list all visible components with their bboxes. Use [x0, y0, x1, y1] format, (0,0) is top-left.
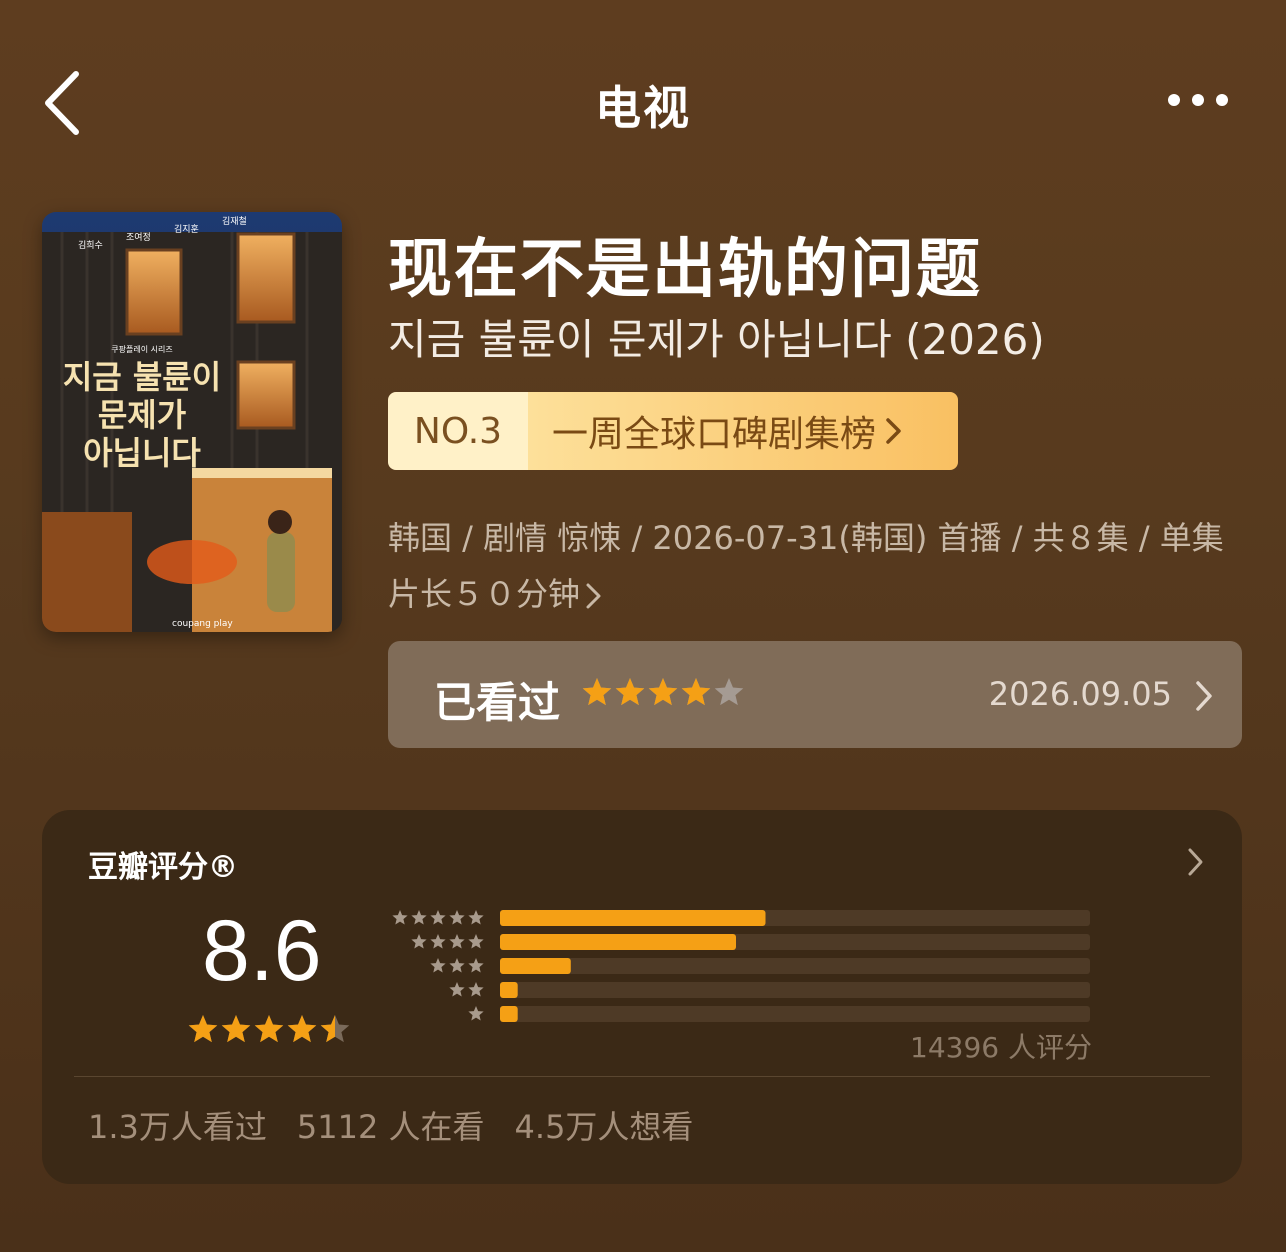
watched-label: 已看过 [434, 678, 561, 727]
rank-list: 一周全球口碑剧集榜 [528, 392, 958, 470]
poster-cast-name: 김재철 [222, 215, 247, 227]
dist-star-icon [430, 958, 446, 973]
chevron-right-icon[interactable] [1186, 846, 1206, 878]
rating-distribution-chart [392, 910, 1090, 1022]
chevron-right-icon [586, 583, 601, 609]
poster-series-tag: 쿠팡플레이 시리즈 [111, 344, 172, 354]
rank-list-name: 一周全球口碑剧集榜 [552, 414, 877, 455]
star-fill [582, 678, 612, 706]
dist-bar-track [500, 1006, 1090, 1022]
poster-title-line: 아닙니다 [83, 434, 201, 472]
user-rating-stars [582, 678, 744, 706]
divider [74, 1076, 1210, 1077]
star-fill [681, 678, 711, 706]
poster-cast-name: 김지훈 [174, 223, 199, 235]
star-fill [188, 1015, 218, 1043]
dist-bar-4-star [500, 934, 736, 950]
poster-title-line: 지금 불륜이 [63, 358, 221, 396]
dist-bar-2-star [500, 982, 518, 998]
watched-date: 2026.09.05 [988, 675, 1172, 713]
watched-count: 1.3万人看过 [88, 1108, 267, 1146]
watched-status-bar[interactable]: 已看过 2026.09.05 [388, 641, 1242, 748]
star-icon [714, 678, 744, 706]
dist-star-icon [430, 910, 446, 925]
dist-star-icon [468, 958, 484, 973]
dist-star-icon [468, 1006, 484, 1021]
score-stars [188, 1015, 350, 1043]
ranking-badge[interactable]: NO.3 一周全球口碑剧集榜 [388, 392, 958, 470]
star-fill [615, 678, 645, 706]
rating-card-title: 豆瓣评分® [88, 850, 238, 885]
chevron-right-icon [886, 418, 901, 444]
wish-count: 4.5万人想看 [514, 1108, 694, 1146]
dist-star-icon [449, 910, 465, 925]
star-fill [254, 1015, 284, 1043]
dist-star-icon [411, 910, 427, 925]
star-fill [648, 678, 678, 706]
dist-bar-1-star [500, 1006, 518, 1022]
dist-star-icon [449, 982, 465, 997]
watching-count: 5112 人在看 [296, 1108, 485, 1146]
more-options-icon[interactable] [1160, 80, 1240, 120]
dist-star-icon [468, 934, 484, 949]
chevron-right-icon [1196, 681, 1212, 711]
page-title: 电视 [595, 81, 691, 135]
meta-text: 韩国 / 剧情 惊悚 / 2026-07-31(韩国) 首播 / 共８集 / 单… [388, 519, 1224, 613]
dist-star-icon [468, 982, 484, 997]
raters-count: 14396 人评分 [910, 1031, 1092, 1064]
dist-bar-5-star [500, 910, 766, 926]
poster-title-line: 문제가 [98, 396, 186, 434]
star-fill [287, 1015, 317, 1043]
dist-star-icon [449, 958, 465, 973]
rank-number: NO.3 [388, 392, 528, 470]
dist-bar-track [500, 958, 1090, 974]
poster-image[interactable]: 김희수 조여정 김지훈 김재철 쿠팡플레이 시리즈 지금 불륜이 문제가 아닙니… [42, 212, 342, 632]
audience-counts: 1.3万人看过 5112 人在看 4.5万人想看 [88, 1102, 693, 1148]
show-meta[interactable]: 韩国 / 剧情 惊悚 / 2026-07-31(韩国) 首播 / 共８集 / 单… [388, 510, 1248, 622]
douban-rating-card: 豆瓣评分® 8.6 14396 人评分 1.3万人看过 5112 人在看 4.5… [42, 810, 1242, 1184]
dist-star-icon [449, 934, 465, 949]
top-bar: 电视 [0, 0, 1286, 200]
star-fill [221, 1015, 251, 1043]
original-title: 지금 불륜이 문제가 아닙니다 (2026) [388, 315, 1045, 364]
dist-bar-3-star [500, 958, 571, 974]
show-title: 现在不是出轨的问题 [388, 233, 982, 307]
dist-star-icon [411, 934, 427, 949]
dist-star-icon [468, 910, 484, 925]
poster-platform: coupang play [172, 619, 233, 629]
dist-star-icon [430, 934, 446, 949]
dist-star-icon [392, 910, 408, 925]
dist-bar-track [500, 982, 1090, 998]
rating-score: 8.6 [202, 903, 322, 999]
poster-cast-name: 김희수 [78, 239, 103, 251]
poster-cast-name: 조여정 [126, 231, 151, 243]
